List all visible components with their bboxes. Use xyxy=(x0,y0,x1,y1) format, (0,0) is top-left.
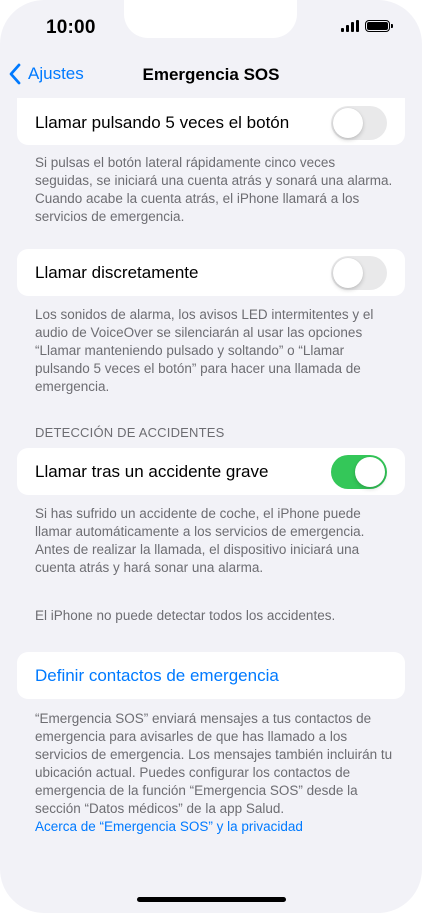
status-icons xyxy=(341,20,393,32)
five-press-row[interactable]: Llamar pulsando 5 veces el botón xyxy=(17,98,405,145)
status-time: 10:00 xyxy=(46,17,96,38)
battery-level xyxy=(367,22,388,30)
crash-detection-note: El iPhone no puede detectar todos los ac… xyxy=(35,608,336,623)
crash-detection-row[interactable]: Llamar tras un accidente grave xyxy=(17,448,405,495)
toggle-knob xyxy=(355,457,385,487)
phone-screen: 10:00 Ajustes Emergencia SOS Llamar puls… xyxy=(0,0,422,913)
emergency-contacts-row[interactable]: Definir contactos de emergencia xyxy=(17,652,405,699)
silent-call-footer: Los sonidos de alarma, los avisos LED in… xyxy=(35,307,374,394)
cellular-signal-icon xyxy=(341,20,359,32)
emergency-contacts-footer-text: “Emergencia SOS” enviará mensajes a tus … xyxy=(35,711,393,816)
silent-call-label: Llamar discretamente xyxy=(35,263,199,282)
crash-detection-label: Llamar tras un accidente grave xyxy=(35,462,269,481)
status-bar: 10:00 xyxy=(0,0,422,52)
five-press-toggle[interactable] xyxy=(331,106,387,140)
toggle-knob xyxy=(333,108,363,138)
five-press-label: Llamar pulsando 5 veces el botón xyxy=(35,113,290,132)
toggle-knob xyxy=(333,258,363,288)
privacy-link[interactable]: Acerca de “Emergencia SOS” y la privacid… xyxy=(35,818,395,836)
crash-detection-toggle[interactable] xyxy=(331,455,387,489)
crash-detection-footer: Si has sufrido un accidente de coche, el… xyxy=(35,506,365,575)
silent-call-toggle[interactable] xyxy=(331,256,387,290)
settings-list[interactable]: Llamar pulsando 5 veces el botón Si puls… xyxy=(0,96,422,896)
navigation-bar: Ajustes Emergencia SOS xyxy=(0,56,422,94)
crash-detection-header: DETECCIÓN DE ACCIDENTES xyxy=(35,425,225,440)
emergency-contacts-footer: “Emergencia SOS” enviará mensajes a tus … xyxy=(35,710,395,836)
home-indicator[interactable] xyxy=(137,897,286,902)
page-title: Emergencia SOS xyxy=(142,65,280,84)
five-press-footer: Si pulsas el botón lateral rápidamente c… xyxy=(35,155,393,224)
battery-icon xyxy=(365,20,393,32)
silent-call-row[interactable]: Llamar discretamente xyxy=(17,249,405,296)
emergency-contacts-link[interactable]: Definir contactos de emergencia xyxy=(35,666,279,686)
